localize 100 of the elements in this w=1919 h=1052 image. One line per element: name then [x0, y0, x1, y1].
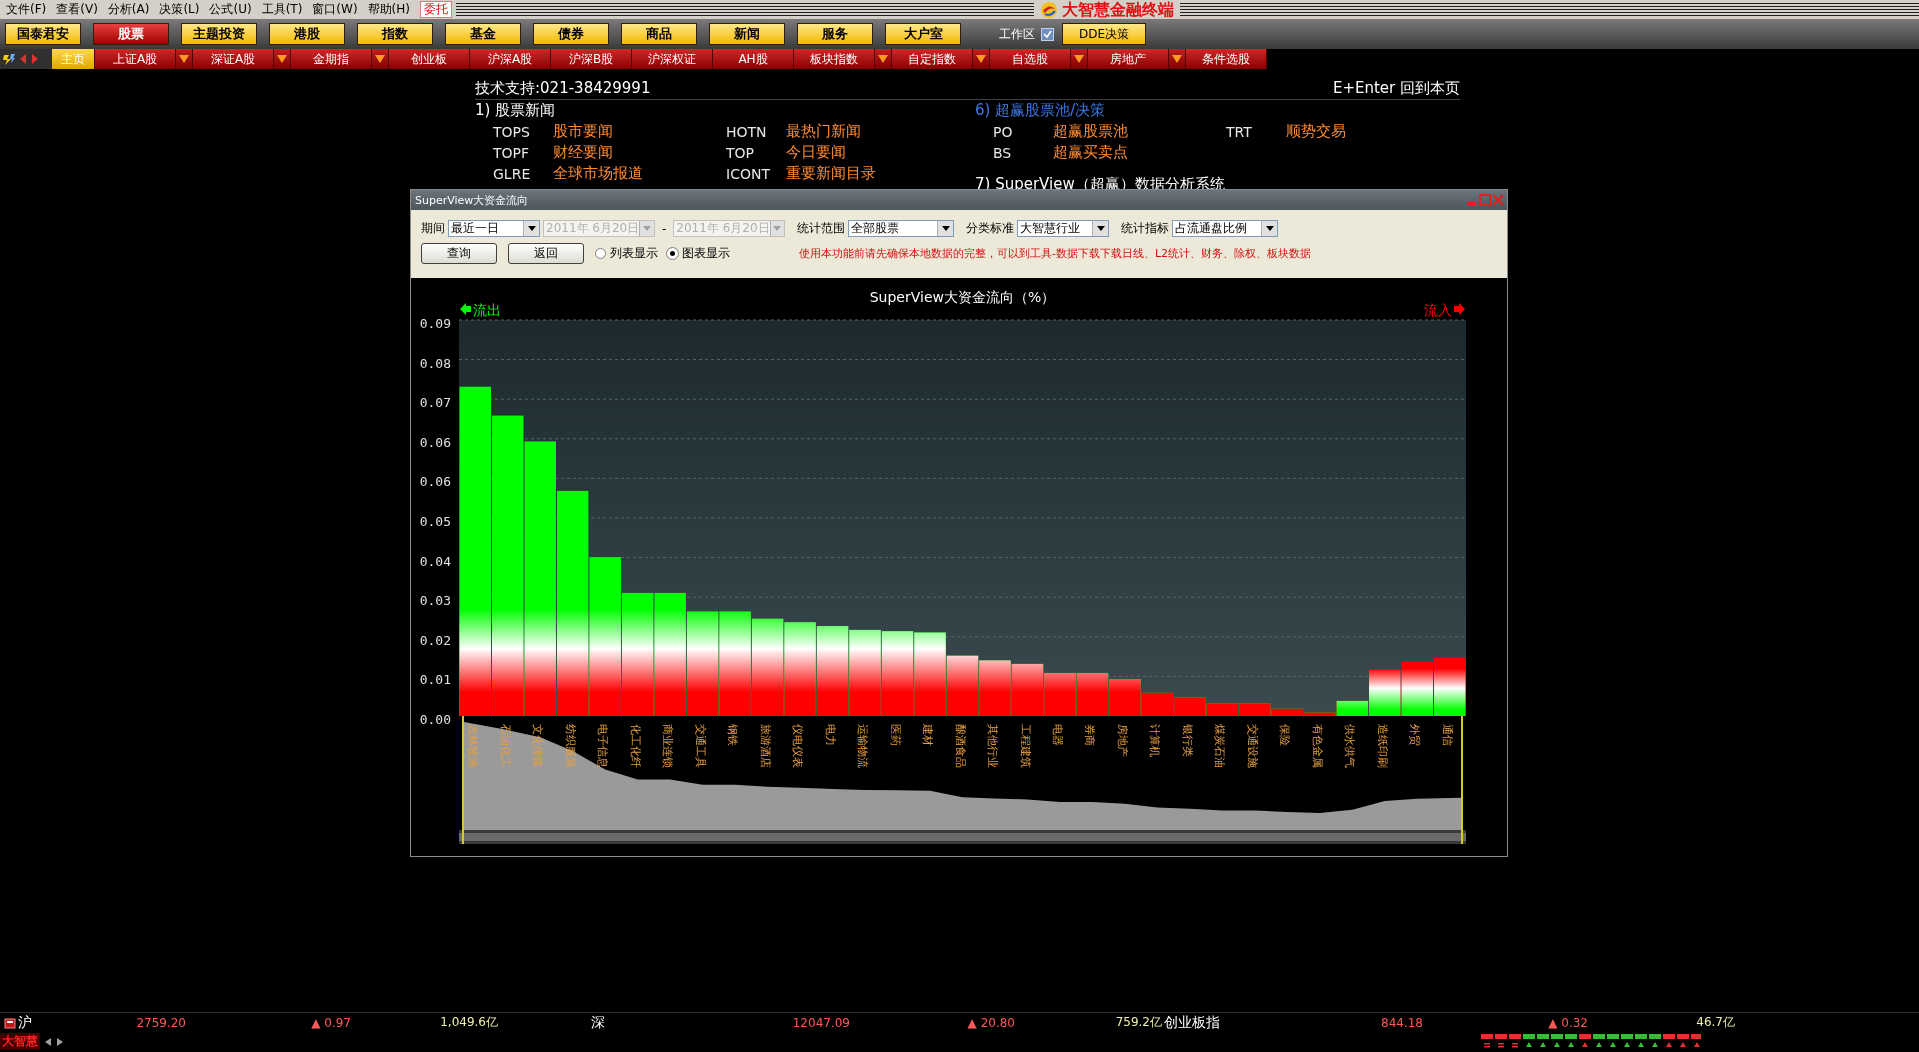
- dde-button[interactable]: DDE决策: [1062, 23, 1146, 45]
- news-link[interactable]: 财经要闻: [553, 143, 613, 162]
- axis-label: 0.04: [419, 553, 451, 569]
- logo-icon: [1040, 0, 1059, 19]
- news-code: BS: [993, 144, 1013, 161]
- scrollbar[interactable]: [459, 830, 1466, 844]
- tab[interactable]: 上证A股: [95, 49, 176, 69]
- news-link[interactable]: 超赢股票池: [1053, 122, 1128, 141]
- support-text: 技术支持:021-38429991: [475, 79, 651, 98]
- tab[interactable]: 房地产: [1088, 49, 1169, 69]
- range-handle[interactable]: [1461, 716, 1463, 844]
- dropdown-button[interactable]: [1169, 49, 1186, 69]
- tab[interactable]: AH股: [713, 49, 794, 69]
- tab[interactable]: 自选股: [990, 49, 1071, 69]
- toolbar-button[interactable]: 国泰君安: [5, 23, 81, 45]
- toolbar-button[interactable]: 基金: [445, 23, 521, 45]
- category-label: 电力: [823, 724, 837, 746]
- news-link[interactable]: 顺势交易: [1286, 122, 1346, 141]
- lightning-icon[interactable]: [2, 52, 16, 66]
- news-code: HOTN: [726, 123, 768, 140]
- category-label: 旅游酒店: [758, 724, 772, 768]
- radio-button[interactable]: [595, 248, 606, 259]
- menu-item[interactable]: 公式(U): [207, 1, 260, 18]
- news-link[interactable]: 全球市场报道: [553, 164, 643, 183]
- right-arrow-icon[interactable]: [56, 1036, 64, 1047]
- chart-bar: [979, 660, 1011, 716]
- news-link[interactable]: 重要新闻目录: [786, 164, 876, 183]
- toolbar-button[interactable]: 指数: [357, 23, 433, 45]
- tab[interactable]: 深证A股: [193, 49, 274, 69]
- button[interactable]: 返回: [508, 243, 584, 264]
- tab[interactable]: 沪深B股: [551, 49, 632, 69]
- caret-icon: [773, 226, 782, 231]
- news-link[interactable]: 超赢买卖点: [1053, 143, 1128, 162]
- range-handle[interactable]: [462, 716, 464, 844]
- category-label: 石油化工: [498, 724, 512, 768]
- menu-item[interactable]: 窗口(W): [310, 1, 366, 18]
- toolbar-button[interactable]: 商品: [621, 23, 697, 45]
- button[interactable]: 查询: [421, 243, 497, 264]
- legend-label: 流入: [1424, 302, 1452, 318]
- dropdown-button[interactable]: [875, 49, 892, 69]
- dropdown[interactable]: 全部股票: [848, 220, 955, 237]
- news-link[interactable]: 今日要闻: [786, 143, 846, 162]
- entrust-button[interactable]: 委托: [419, 1, 452, 18]
- market-name: 创业板指: [1163, 1013, 1220, 1032]
- axis-label: 0.06: [419, 434, 451, 450]
- news-link[interactable]: 最热门新闻: [786, 122, 861, 141]
- category-label: 计算机: [1148, 724, 1162, 757]
- menu-item[interactable]: 决策(L): [157, 1, 208, 18]
- menu-item[interactable]: 工具(T): [259, 1, 311, 18]
- dropdown-button[interactable]: [372, 49, 389, 69]
- field-label: 分类标准: [966, 220, 1015, 237]
- tab[interactable]: 板块指数: [794, 49, 875, 69]
- checkbox-icon[interactable]: [1041, 27, 1054, 41]
- dropdown-button[interactable]: [274, 49, 291, 69]
- toolbar-button[interactable]: 主题投资: [181, 23, 257, 45]
- radio-label[interactable]: 列表显示: [610, 245, 658, 262]
- caret-icon: [878, 55, 888, 63]
- separator-text: -: [662, 221, 667, 236]
- dropdown[interactable]: 占流通盘比例: [1172, 220, 1279, 237]
- market-icon[interactable]: [4, 1016, 16, 1029]
- dropdown-button[interactable]: [973, 49, 990, 69]
- toolbar-button[interactable]: 港股: [269, 23, 345, 45]
- category-label: 化工化纤: [628, 724, 642, 768]
- toolbar-button[interactable]: 大户室: [885, 23, 961, 45]
- radio-label[interactable]: 图表显示: [682, 245, 730, 262]
- toolbar-button[interactable]: 债券: [533, 23, 609, 45]
- menu-item[interactable]: 文件(F): [4, 1, 55, 18]
- section-heading[interactable]: 6) 超赢股票池/决策: [975, 100, 1459, 121]
- category-label: 交通设施: [1245, 724, 1259, 768]
- category-label: 银行类: [1180, 724, 1194, 757]
- market-name: 深: [590, 1013, 605, 1032]
- section-heading[interactable]: 1) 股票新闻: [475, 100, 975, 121]
- toolbar-button[interactable]: 新闻: [709, 23, 785, 45]
- axis-label: 0.08: [419, 355, 451, 371]
- dropdown-button[interactable]: [1071, 49, 1088, 69]
- toolbar-button[interactable]: 服务: [797, 23, 873, 45]
- news-link[interactable]: 股市要闻: [553, 122, 613, 141]
- tab[interactable]: 自定指数: [892, 49, 973, 69]
- tab[interactable]: 条件选股: [1186, 49, 1267, 69]
- dropdown[interactable]: 最近一日: [448, 220, 540, 237]
- dropdown[interactable]: 大智慧行业: [1017, 220, 1110, 237]
- category-label: 电子信息: [596, 724, 610, 768]
- menu-item[interactable]: 查看(V): [54, 1, 106, 18]
- caret-icon: [1172, 55, 1182, 63]
- menu-item[interactable]: 分析(A): [105, 1, 158, 18]
- chart-bar: [1044, 672, 1076, 716]
- left-arrow-icon[interactable]: [44, 1036, 52, 1047]
- tab[interactable]: 金期指: [291, 49, 372, 69]
- tab[interactable]: 创业板: [389, 49, 470, 69]
- category-label: 券商: [1083, 724, 1097, 746]
- change-value: ▲ 0.97: [310, 1015, 351, 1030]
- dropdown-button[interactable]: [176, 49, 193, 69]
- toolbar-button[interactable]: 股票: [93, 23, 169, 45]
- tab[interactable]: 沪深权证: [632, 49, 713, 69]
- menu-item[interactable]: 帮助(H): [365, 1, 418, 18]
- change-value: ▲ 20.80: [966, 1015, 1015, 1030]
- category-label: 电器: [1051, 724, 1064, 746]
- amount-value: 759.2亿: [1114, 1014, 1162, 1031]
- caret-icon: [277, 55, 287, 63]
- tab[interactable]: 沪深A股: [470, 49, 551, 69]
